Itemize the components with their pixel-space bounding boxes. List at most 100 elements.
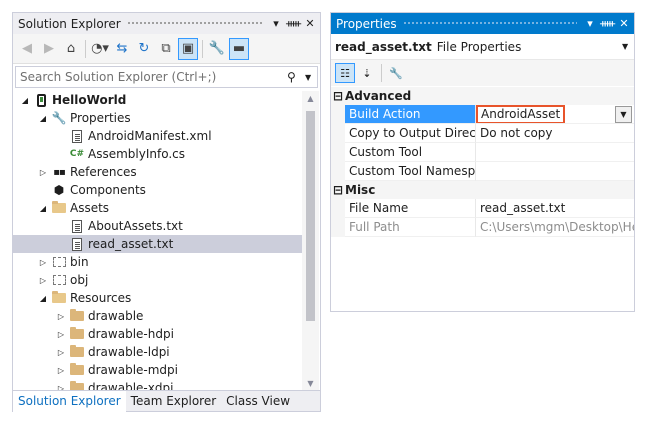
refresh-icon[interactable]: ↻: [134, 38, 154, 60]
property-value[interactable]: Do not copy: [476, 124, 634, 143]
property-row-copy-to-output[interactable]: Copy to Output Director Do not copy: [331, 124, 634, 143]
property-value[interactable]: [476, 143, 634, 162]
chevron-down-icon[interactable]: ▼: [615, 106, 632, 123]
scroll-up-icon[interactable]: ▲: [302, 94, 319, 103]
tree-item-label: AboutAssets.txt: [88, 219, 183, 233]
tree-item-drawable-hdpi[interactable]: ▷ drawable-hdpi: [13, 325, 303, 343]
tree-item-assets[interactable]: ◢ Assets: [13, 199, 303, 217]
expanded-arrow-icon[interactable]: ◢: [37, 294, 49, 303]
home-icon[interactable]: ⌂: [61, 38, 81, 60]
category-advanced[interactable]: ⊟ Advanced: [331, 87, 634, 105]
window-position-dropdown-icon[interactable]: ▾: [583, 17, 597, 30]
tree-item-helloworld[interactable]: ◢ HelloWorld: [13, 91, 303, 109]
property-value[interactable]: AndroidAsset ▼: [476, 105, 634, 124]
solution-explorer-toolbar: ◀ ▶ ⌂ ◔▾ ⇆ ↻ ⧉ ▣ 🔧 ▬: [13, 34, 320, 64]
pin-icon[interactable]: ᚔ: [286, 17, 301, 30]
close-icon[interactable]: ✕: [617, 17, 631, 30]
property-row-custom-tool[interactable]: Custom Tool: [331, 143, 634, 162]
tree-item-obj[interactable]: ▷ obj: [13, 271, 303, 289]
collapse-all-icon[interactable]: ⧉: [156, 38, 176, 60]
collapsed-arrow-icon[interactable]: ▷: [55, 348, 67, 357]
tree-item-properties[interactable]: ◢ 🔧 Properties: [13, 109, 303, 127]
tree-item-drawable-mdpi[interactable]: ▷ drawable-mdpi: [13, 361, 303, 379]
dashed-folder-icon: [51, 255, 67, 269]
tree-item-read-asset[interactable]: read_asset.txt: [13, 235, 303, 253]
csharp-file-icon: C#: [69, 149, 85, 159]
tree-item-bin[interactable]: ▷ bin: [13, 253, 303, 271]
property-value[interactable]: C:\Users\mgm\Desktop\Hell: [476, 218, 634, 237]
properties-wrench-icon[interactable]: 🔧: [207, 38, 227, 60]
file-icon: [69, 237, 85, 251]
window-position-dropdown-icon[interactable]: ▾: [269, 17, 283, 30]
tree-item-references[interactable]: ▷ ▪▪ References: [13, 163, 303, 181]
search-icon[interactable]: ⚲: [287, 70, 305, 84]
tree-item-aboutassets[interactable]: AboutAssets.txt: [13, 217, 303, 235]
forward-icon[interactable]: ▶: [39, 38, 59, 60]
alphabetical-sort-icon[interactable]: ⇣: [357, 63, 377, 83]
tree-item-label: HelloWorld: [52, 93, 127, 107]
tab-solution-explorer[interactable]: Solution Explorer: [13, 390, 126, 412]
category-label: Misc: [345, 183, 376, 197]
folder-icon: [69, 327, 85, 341]
search-options-dropdown-icon[interactable]: ▼: [305, 73, 317, 82]
property-row-full-path[interactable]: Full Path C:\Users\mgm\Desktop\Hell: [331, 218, 634, 237]
property-name: Build Action: [345, 105, 476, 124]
tree-item-drawable[interactable]: ▷ drawable: [13, 307, 303, 325]
folder-icon: [69, 309, 85, 323]
folder-open-icon: [51, 201, 67, 215]
collapsed-arrow-icon[interactable]: ▷: [55, 312, 67, 321]
property-grid: ⊟ Advanced Build Action AndroidAsset ▼ C…: [331, 87, 634, 237]
tree-item-drawable-ldpi[interactable]: ▷ drawable-ldpi: [13, 343, 303, 361]
category-misc[interactable]: ⊟ Misc: [331, 181, 634, 199]
property-row-file-name[interactable]: File Name read_asset.txt: [331, 199, 634, 218]
pin-icon[interactable]: ᚔ: [600, 17, 615, 30]
properties-panel: Properties ▾ ᚔ ✕ read_asset.txt File Pro…: [330, 12, 635, 312]
tree-item-assemblyinfo[interactable]: C# AssemblyInfo.cs: [13, 145, 303, 163]
highlighted-value-box: AndroidAsset: [476, 105, 566, 123]
property-value[interactable]: read_asset.txt: [476, 199, 634, 218]
scrollbar-thumb[interactable]: [306, 111, 315, 321]
preview-selected-items-icon[interactable]: ▬: [229, 37, 249, 60]
collapsed-arrow-icon[interactable]: ▷: [37, 168, 49, 177]
expanded-arrow-icon[interactable]: ◢: [19, 96, 31, 105]
collapsed-arrow-icon[interactable]: ▷: [55, 330, 67, 339]
tab-team-explorer[interactable]: Team Explorer: [126, 391, 222, 412]
properties-toolbar: ☷ ⇣ 🔧: [331, 60, 634, 86]
tree-item-label: drawable-mdpi: [88, 363, 178, 377]
explorer-tab-strip: Solution Explorer Team Explorer Class Vi…: [13, 390, 320, 412]
pending-changes-filter-icon[interactable]: ◔▾: [90, 38, 110, 60]
tree-scrollbar[interactable]: ▲ ▼: [302, 91, 319, 391]
property-name: Full Path: [345, 218, 476, 237]
property-pages-wrench-icon[interactable]: 🔧: [386, 63, 406, 83]
chevron-down-icon[interactable]: ▼: [622, 42, 634, 51]
tree-item-components[interactable]: ⬢ Components: [13, 181, 303, 199]
properties-titlebar[interactable]: Properties ▾ ᚔ ✕: [331, 13, 634, 34]
solution-explorer-titlebar[interactable]: Solution Explorer ▾ ᚔ ✕: [13, 13, 320, 34]
collapse-icon[interactable]: ⊟: [331, 89, 345, 103]
property-row-custom-tool-namespace[interactable]: Custom Tool Namespac: [331, 162, 634, 181]
expanded-arrow-icon[interactable]: ◢: [37, 114, 49, 123]
close-icon[interactable]: ✕: [303, 17, 317, 30]
tree-item-androidmanifest[interactable]: AndroidManifest.xml: [13, 127, 303, 145]
sync-active-document-icon[interactable]: ⇆: [112, 38, 132, 60]
categorized-view-icon[interactable]: ☷: [335, 63, 355, 83]
collapsed-arrow-icon[interactable]: ▷: [55, 366, 67, 375]
scroll-down-icon[interactable]: ▼: [302, 379, 319, 388]
back-icon[interactable]: ◀: [17, 38, 37, 60]
expanded-arrow-icon[interactable]: ◢: [37, 204, 49, 213]
property-value[interactable]: [476, 162, 634, 181]
collapse-icon[interactable]: ⊟: [331, 183, 345, 197]
tree-item-resources[interactable]: ◢ Resources: [13, 289, 303, 307]
tree-item-label: AssemblyInfo.cs: [88, 147, 186, 161]
solution-explorer-panel: Solution Explorer ▾ ᚔ ✕ ◀ ▶ ⌂ ◔▾ ⇆ ↻ ⧉ ▣…: [12, 12, 321, 412]
collapsed-arrow-icon[interactable]: ▷: [37, 276, 49, 285]
object-name: read_asset.txt: [335, 39, 432, 54]
tree-item-label: bin: [70, 255, 89, 269]
tree-item-label: obj: [70, 273, 89, 287]
collapsed-arrow-icon[interactable]: ▷: [37, 258, 49, 267]
object-selector[interactable]: read_asset.txt File Properties ▼: [331, 34, 634, 60]
property-row-build-action[interactable]: Build Action AndroidAsset ▼: [331, 105, 634, 124]
search-input[interactable]: Search Solution Explorer (Ctrl+;) ⚲ ▼: [15, 66, 318, 88]
tab-class-view[interactable]: Class View: [221, 391, 295, 412]
show-all-files-icon[interactable]: ▣: [178, 37, 198, 60]
